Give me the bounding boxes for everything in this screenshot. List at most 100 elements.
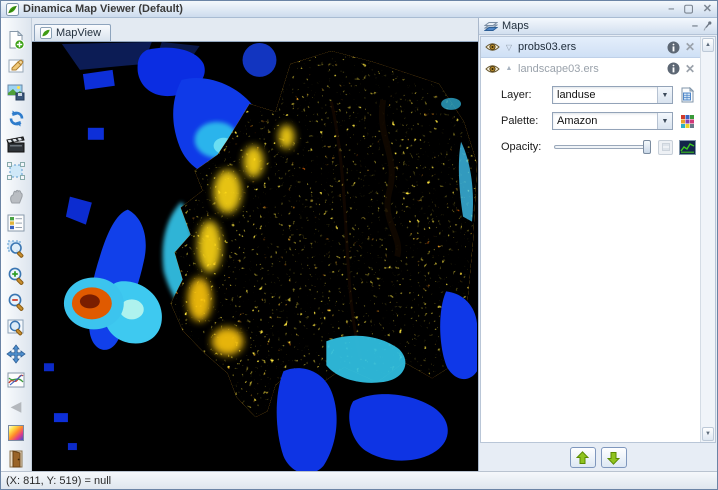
pan-button[interactable] <box>3 342 29 366</box>
save-image-icon <box>6 82 26 102</box>
maps-panel: Maps – ▽ <box>478 18 717 471</box>
maps-panel-header: Maps – <box>479 18 717 35</box>
opacity-slider-thumb[interactable] <box>643 140 651 154</box>
profile-chart-button[interactable] <box>3 368 29 392</box>
green-up-arrow-icon <box>576 451 589 465</box>
animation-button[interactable] <box>3 133 29 157</box>
layer-row-probs03[interactable]: ▽ probs03.ers ✕ <box>481 37 700 58</box>
green-down-arrow-icon <box>607 451 620 465</box>
film-clapper-icon <box>6 136 26 154</box>
maps-panel-footer <box>479 444 717 471</box>
visibility-eye-icon[interactable] <box>485 64 500 74</box>
layer-table-icon <box>679 87 695 103</box>
refresh-icon <box>7 109 26 128</box>
layer-select-label: Layer: <box>501 89 547 101</box>
panel-minimize-button[interactable]: – <box>692 20 698 32</box>
pan-arrows-icon <box>6 344 26 364</box>
opacity-slider[interactable] <box>552 138 653 156</box>
profile-chart-icon <box>6 370 26 390</box>
palette-button[interactable] <box>3 421 29 445</box>
window-title: Dinamica Map Viewer (Default) <box>23 3 664 15</box>
minimize-button[interactable]: – <box>668 2 674 16</box>
zoom-window-icon <box>6 318 26 338</box>
map-canvas[interactable] <box>32 42 478 471</box>
exit-button[interactable] <box>3 447 29 471</box>
layer-controls: Layer: landuse ▼ <box>481 79 700 163</box>
maps-stack-icon <box>484 20 498 32</box>
opacity-label: Opacity: <box>501 141 547 153</box>
edit-map-button[interactable] <box>3 54 29 78</box>
pin-icon[interactable] <box>702 21 712 32</box>
zoom-out-button[interactable] <box>3 290 29 314</box>
layer-table-button[interactable] <box>678 86 696 104</box>
zoom-out-icon <box>6 292 26 312</box>
layer-name: probs03.ers <box>518 41 663 53</box>
map-region: MapView <box>32 18 478 471</box>
histogram-button[interactable] <box>678 138 696 156</box>
legend-icon <box>6 213 26 233</box>
app-window: Dinamica Map Viewer (Default) – ▢ ✕ <box>0 0 718 490</box>
legend-button[interactable] <box>3 211 29 235</box>
layer-close-icon[interactable]: ✕ <box>684 62 696 76</box>
opacity-value-button-disabled <box>658 140 673 155</box>
move-layer-up-button[interactable] <box>570 447 596 468</box>
new-map-icon <box>6 30 26 50</box>
palette-select[interactable]: Amazon ▼ <box>552 112 673 130</box>
layer-info-icon[interactable] <box>667 62 680 75</box>
layer-select[interactable]: landuse ▼ <box>552 86 673 104</box>
tab-bar: MapView <box>32 25 478 42</box>
close-button[interactable]: ✕ <box>703 2 712 16</box>
expand-toggle-icon[interactable]: ▲ <box>504 65 514 72</box>
palette-grid-icon <box>680 114 695 129</box>
palette-editor-button[interactable] <box>678 112 696 130</box>
chevron-down-icon[interactable]: ▼ <box>657 87 672 103</box>
back-icon: ◀ <box>11 398 22 415</box>
scroll-up-button[interactable]: ▲ <box>702 38 714 52</box>
histogram-map-icon <box>679 140 696 155</box>
palette-select-value: Amazon <box>553 115 657 127</box>
status-bar: (X: 811, Y: 519) = null <box>1 471 717 489</box>
map-toolbar: ◀ <box>1 18 32 471</box>
layer-list: ▽ probs03.ers ✕ <box>481 37 700 442</box>
pointing-hand-icon <box>6 56 26 76</box>
layer-select-value: landuse <box>553 89 657 101</box>
title-bar: Dinamica Map Viewer (Default) – ▢ ✕ <box>1 1 717 18</box>
zoom-in-icon <box>6 266 26 286</box>
palette-select-label: Palette: <box>501 115 547 127</box>
layer-list-container: ▽ probs03.ers ✕ <box>480 36 716 443</box>
visibility-eye-icon[interactable] <box>485 42 500 52</box>
zoom-selection-icon <box>6 239 26 259</box>
chevron-down-icon[interactable]: ▼ <box>657 113 672 129</box>
palette-icon <box>6 423 26 443</box>
tab-label: MapView <box>56 27 101 39</box>
move-layer-down-button[interactable] <box>601 447 627 468</box>
maximize-button[interactable]: ▢ <box>683 2 693 16</box>
opacity-slider-track[interactable] <box>554 145 651 149</box>
scroll-down-button[interactable]: ▼ <box>702 427 714 441</box>
map-raster-image <box>32 42 478 471</box>
refresh-button[interactable] <box>3 107 29 131</box>
back-button[interactable]: ◀ <box>3 394 29 418</box>
tab-mapview[interactable]: MapView <box>34 24 111 41</box>
zoom-in-button[interactable] <box>3 264 29 288</box>
selection-box-icon <box>6 161 26 181</box>
layer-close-icon[interactable]: ✕ <box>684 40 696 54</box>
panel-scrollbar[interactable]: ▲ ▼ <box>700 37 715 442</box>
zoom-window-button[interactable] <box>3 316 29 340</box>
collapse-toggle-icon[interactable]: ▽ <box>504 43 514 52</box>
save-image-button[interactable] <box>3 80 29 104</box>
hand-tool-button[interactable] <box>3 185 29 209</box>
layer-row-landscape03[interactable]: ▲ landscape03.ers ✕ <box>481 58 700 79</box>
cursor-position-readout: (X: 811, Y: 519) = null <box>6 475 111 487</box>
layer-list-empty-space <box>481 163 700 442</box>
app-logo-icon <box>6 3 19 16</box>
layer-name: landscape03.ers <box>518 63 663 75</box>
zoom-selection-button[interactable] <box>3 237 29 261</box>
new-map-button[interactable] <box>3 28 29 52</box>
maps-panel-title: Maps <box>502 20 688 32</box>
exit-door-icon <box>7 449 25 469</box>
select-region-button[interactable] <box>3 159 29 183</box>
mapview-tab-icon <box>40 27 52 39</box>
hand-tool-icon <box>7 188 25 206</box>
layer-info-icon[interactable] <box>667 41 680 54</box>
